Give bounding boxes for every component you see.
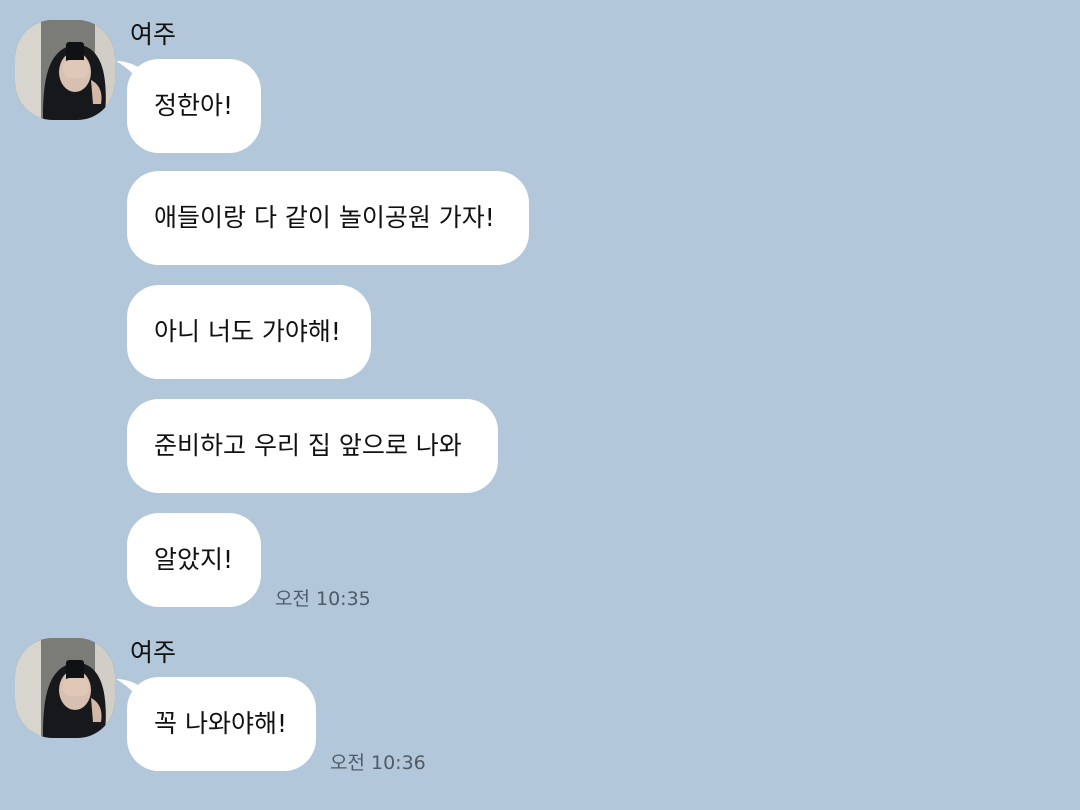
message-timestamp: 오전 10:36	[330, 752, 426, 774]
avatar[interactable]	[15, 638, 115, 738]
sender-name: 여주	[130, 20, 177, 49]
message-timestamp: 오전 10:35	[275, 588, 371, 610]
message-bubble[interactable]: 준비하고 우리 집 앞으로 나와	[127, 399, 498, 493]
message-bubble[interactable]: 알았지!	[127, 513, 261, 607]
profile-photo-icon	[15, 20, 115, 120]
message-group: 여주 정한아! 애들이랑 다 같이 놀이공원 가자! 아니 너도 가야해! 준비…	[0, 0, 1080, 620]
sender-name: 여주	[130, 638, 177, 667]
message-bubble[interactable]: 정한아!	[127, 59, 261, 153]
profile-photo-icon	[15, 638, 115, 738]
message-bubble[interactable]: 애들이랑 다 같이 놀이공원 가자!	[127, 171, 529, 265]
message-bubble[interactable]: 꼭 나와야해!	[127, 677, 316, 771]
avatar[interactable]	[15, 20, 115, 120]
message-group: 여주 꼭 나와야해! 오전 10:36	[0, 620, 1080, 810]
message-bubble[interactable]: 아니 너도 가야해!	[127, 285, 371, 379]
